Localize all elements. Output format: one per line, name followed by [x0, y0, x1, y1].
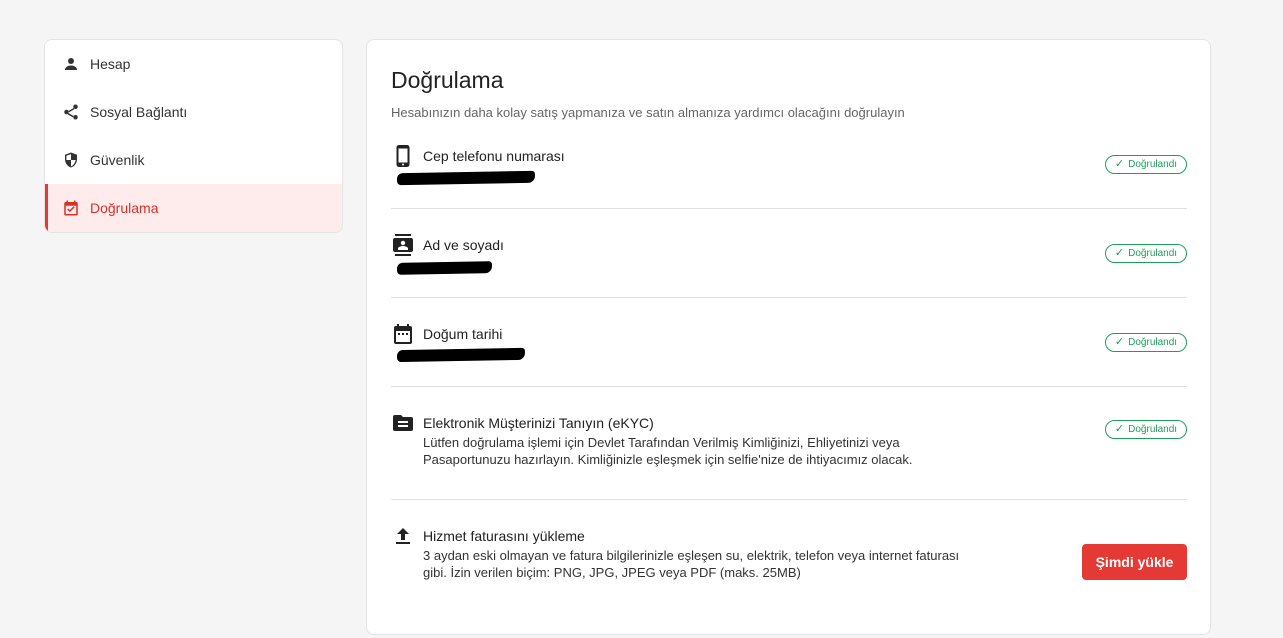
sidebar-item-dogrulama[interactable]: Doğrulama [45, 184, 342, 232]
sidebar-item-hesap[interactable]: Hesap [45, 40, 342, 88]
verified-badge: ✓ Doğrulandı [1105, 244, 1187, 263]
upload-icon [391, 524, 415, 548]
verified-badge: ✓ Doğrulandı [1105, 420, 1187, 439]
verification-panel: Doğrulama Hesabınızın daha kolay satış y… [366, 39, 1211, 635]
sidebar-item-guvenlik[interactable]: Güvenlik [45, 136, 342, 184]
phone-icon [391, 144, 415, 168]
check-icon: ✓ [1114, 158, 1125, 170]
row-description: Lütfen doğrulama işlemi için Devlet Tara… [423, 435, 913, 467]
check-icon: ✓ [1114, 336, 1125, 348]
person-icon [62, 55, 80, 73]
verification-row-name: Ad ve soyadı ✓ Doğrulandı [391, 229, 1187, 298]
page-subtitle: Hesabınızın daha kolay satış yapmanıza v… [391, 105, 905, 120]
badge-label: Doğrulandı [1128, 159, 1178, 170]
redacted-value [396, 347, 526, 363]
check-icon: ✓ [1114, 423, 1125, 435]
folder-document-icon [391, 411, 415, 435]
verification-row-phone: Cep telefonu numarası ✓ Doğrulandı [391, 140, 1187, 209]
row-description: 3 aydan eski olmayan ve fatura bilgileri… [423, 548, 960, 580]
verified-badge: ✓ Doğrulandı [1105, 155, 1187, 174]
badge-label: Doğrulandı [1128, 424, 1178, 435]
check-icon: ✓ [1114, 247, 1125, 259]
calendar-icon [391, 322, 415, 346]
sidebar-item-label: Hesap [90, 56, 131, 72]
verification-row-utility-bill: Hizmet faturasını yükleme 3 aydan eski o… [391, 520, 1187, 610]
sidebar-item-label: Güvenlik [90, 152, 145, 168]
row-title: Elektronik Müşterinizi Tanıyın (eKYC) [423, 415, 654, 431]
row-title: Ad ve soyadı [423, 237, 504, 253]
row-title: Cep telefonu numarası [423, 148, 565, 164]
badge-label: Doğrulandı [1128, 337, 1178, 348]
share-icon [62, 103, 80, 121]
verify-calendar-icon [62, 199, 80, 217]
redacted-value [396, 261, 493, 275]
verification-row-ekyc: Elektronik Müşterinizi Tanıyın (eKYC) Lü… [391, 407, 1187, 500]
verified-badge: ✓ Doğrulandı [1105, 333, 1187, 352]
row-title: Doğum tarihi [423, 326, 503, 342]
shield-icon [62, 151, 80, 169]
redacted-value [396, 170, 536, 186]
settings-sidebar: Hesap Sosyal Bağlantı Güvenlik Doğrulama [44, 39, 343, 233]
verification-row-birthdate: Doğum tarihi ✓ Doğrulandı [391, 318, 1187, 387]
sidebar-item-sosyal-baglanti[interactable]: Sosyal Bağlantı [45, 88, 342, 136]
contact-card-icon [391, 233, 415, 257]
sidebar-item-label: Sosyal Bağlantı [90, 104, 188, 120]
page-title: Doğrulama [391, 67, 504, 93]
upload-now-button[interactable]: Şimdi yükle [1082, 544, 1187, 580]
row-title: Hizmet faturasını yükleme [423, 528, 585, 544]
sidebar-item-label: Doğrulama [90, 200, 159, 216]
badge-label: Doğrulandı [1128, 248, 1178, 259]
